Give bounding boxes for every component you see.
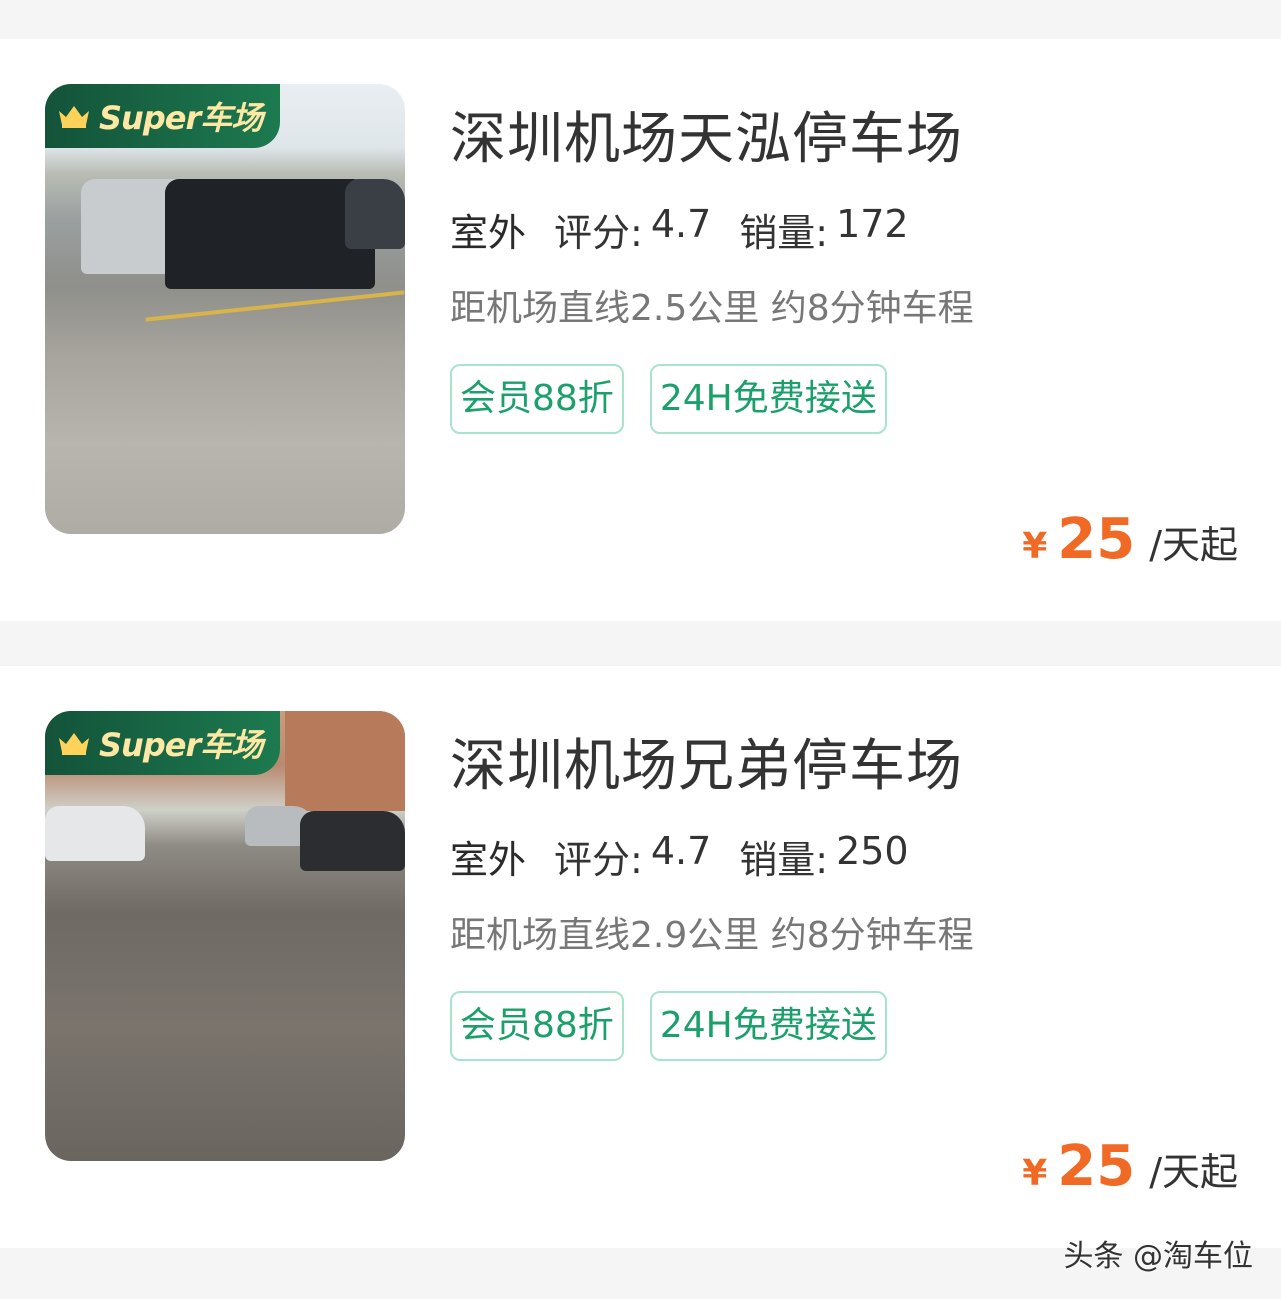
crown-icon [59,733,89,755]
parking-type: 室外 [450,202,531,261]
rating-label: 评分: [554,838,643,882]
crown-icon [59,106,89,128]
parking-name[interactable]: 深圳机场天泓停车场 [450,94,963,175]
parking-meta: 室外 评分: 4.7 销量: 172 [450,202,909,261]
sales-label: 销量: [739,211,829,255]
sales-value: 250 [836,829,909,873]
sales-label: 销量: [739,838,829,882]
price-unit: /天起 [1149,1150,1238,1194]
tag-shuttle: 24H免费接送 [649,364,887,434]
price-unit: /天起 [1149,523,1238,567]
parking-photo[interactable]: Super车场 [45,711,405,1161]
sales-value: 172 [836,202,909,246]
parking-card[interactable]: Super车场 深圳机场兄弟停车场 室外 评分: 4.7 销量: 250 距机场… [0,666,1281,1248]
rating-label: 评分: [554,211,643,255]
super-badge: Super车场 [45,711,280,775]
parking-type: 室外 [450,829,531,888]
currency-symbol: ¥ [1022,1153,1048,1194]
price-amount: 25 [1057,507,1136,572]
tag-member-discount: 会员88折 [450,364,624,434]
tag-shuttle: 24H免费接送 [649,991,887,1061]
tag-member-discount: 会员88折 [450,991,624,1061]
watermark: 头条 @淘车位 [1063,1239,1253,1274]
rating-value: 4.7 [650,202,712,246]
price: ¥ 25 /天起 [1022,507,1238,572]
rating-value: 4.7 [650,829,712,873]
currency-symbol: ¥ [1022,526,1048,567]
parking-meta: 室外 评分: 4.7 销量: 250 [450,829,909,888]
parking-lot-image [45,84,405,534]
super-badge: Super车场 [45,84,280,148]
distance-text: 距机场直线2.9公里 约8分钟车程 [450,915,974,956]
badge-label: Super车场 [99,726,263,764]
parking-name[interactable]: 深圳机场兄弟停车场 [450,721,963,802]
price-amount: 25 [1057,1134,1136,1199]
parking-photo[interactable]: Super车场 [45,84,405,534]
parking-card[interactable]: Super车场 深圳机场天泓停车场 室外 评分: 4.7 销量: 172 距机场… [0,39,1281,621]
parking-lot-image [45,711,405,1161]
price: ¥ 25 /天起 [1022,1134,1238,1199]
distance-text: 距机场直线2.5公里 约8分钟车程 [450,288,974,329]
tag-list: 会员88折 24H免费接送 [450,364,887,434]
badge-label: Super车场 [99,99,263,137]
tag-list: 会员88折 24H免费接送 [450,991,887,1061]
